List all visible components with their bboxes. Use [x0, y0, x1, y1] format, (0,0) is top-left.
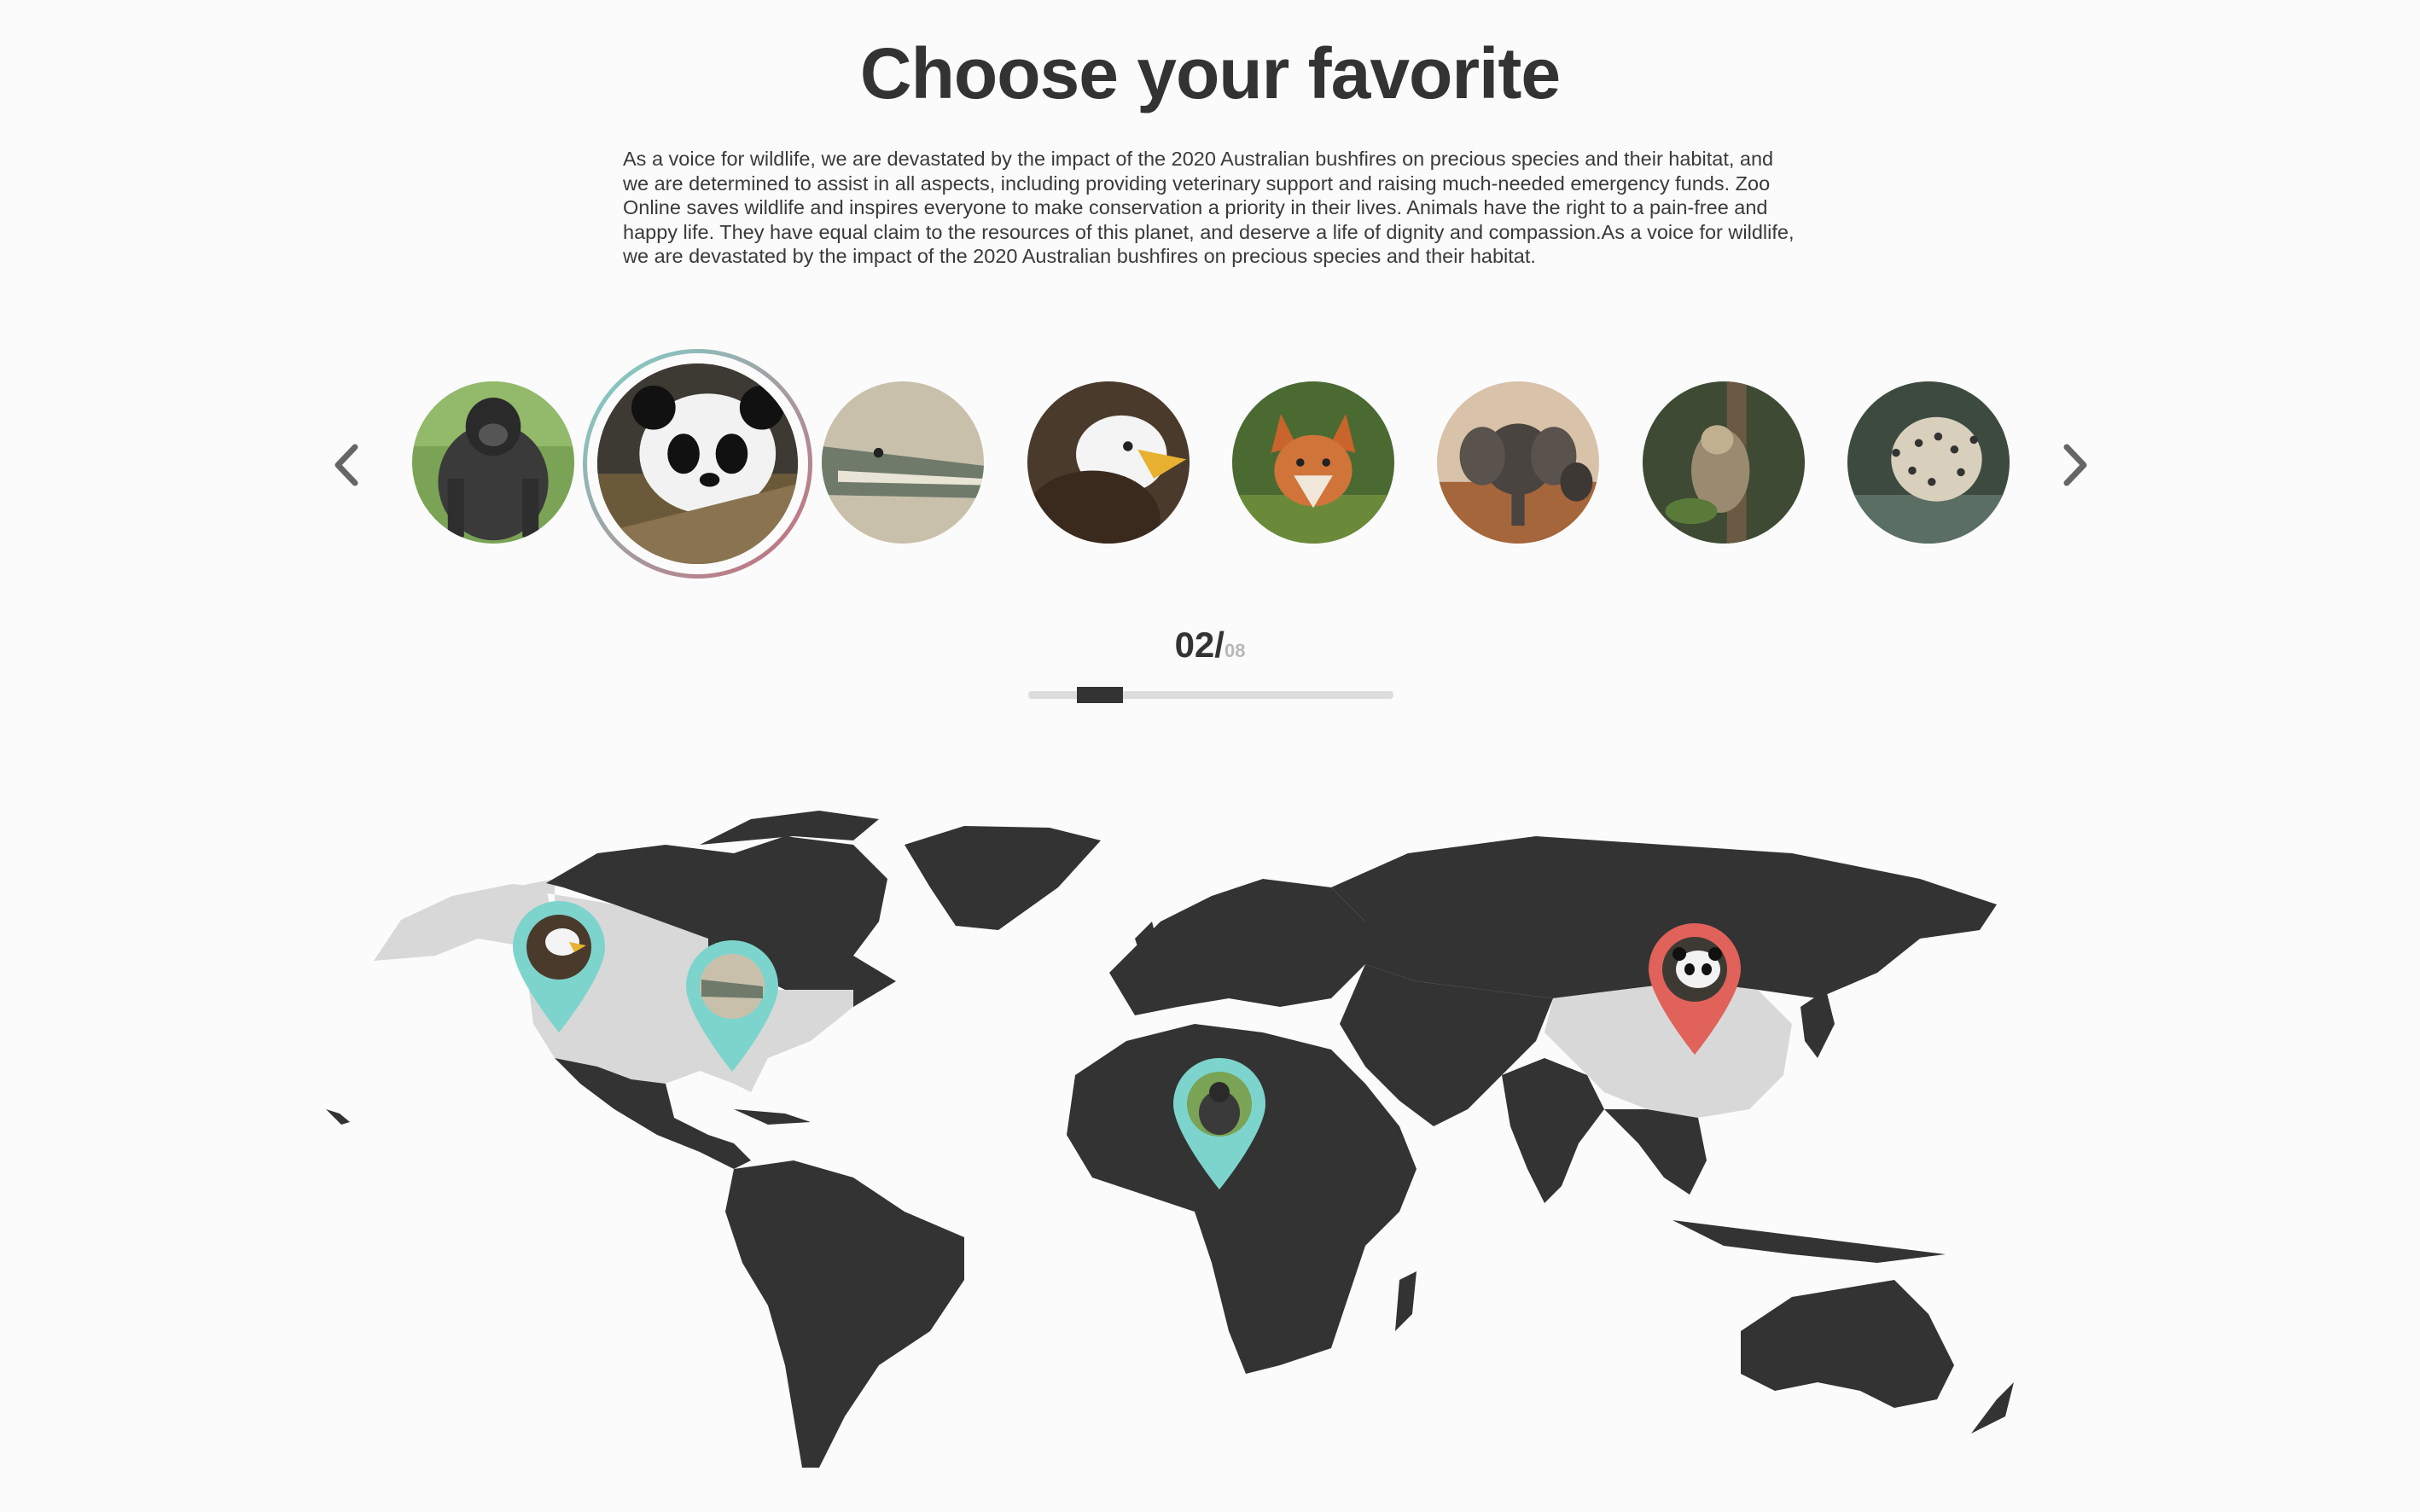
region-southeast-asia: [1604, 1109, 1707, 1195]
pin-icon: [1173, 1058, 1265, 1189]
map-pin-gorilla[interactable]: [1170, 1055, 1269, 1197]
region-japan: [1800, 990, 1835, 1058]
region-caribbean: [734, 1109, 811, 1125]
map-pin-bald-eagle[interactable]: [509, 898, 608, 1040]
map-pin-panda[interactable]: [1645, 920, 1744, 1062]
pin-icon: [513, 901, 605, 1032]
region-madagascar: [1395, 1271, 1417, 1331]
region-greenland: [905, 826, 1101, 930]
region-indonesia: [1672, 1220, 1946, 1263]
map-pin-crocodile[interactable]: [683, 937, 782, 1079]
region-south-america: [725, 1160, 964, 1468]
pin-icon: [1649, 923, 1741, 1055]
region-australia: [1741, 1280, 1954, 1408]
region-india: [1502, 1058, 1604, 1203]
region-hawaii: [326, 1109, 350, 1125]
region-new-zealand: [1971, 1382, 2014, 1433]
pin-icon: [686, 940, 778, 1072]
world-map: [326, 811, 2014, 1468]
